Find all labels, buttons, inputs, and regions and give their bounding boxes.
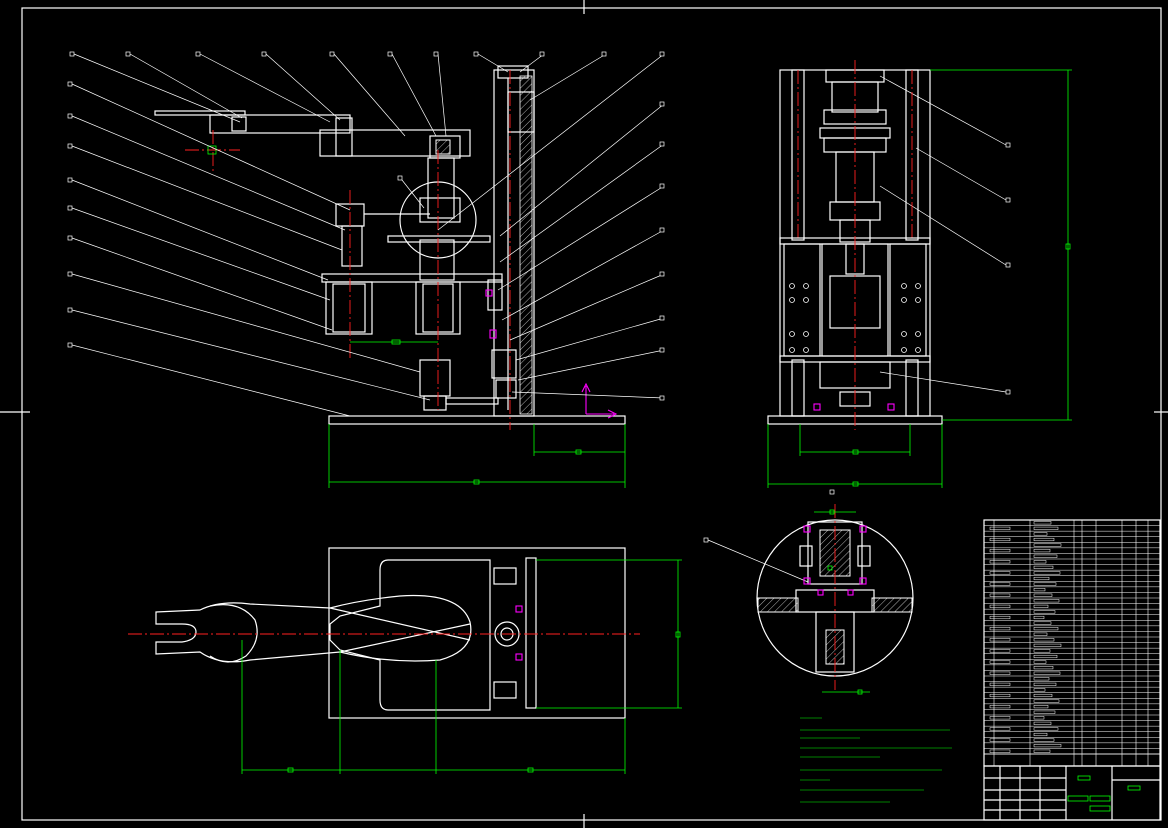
parts-code-mark	[989, 638, 1011, 642]
parts-name-mark	[1033, 727, 1059, 731]
parts-code-mark	[989, 604, 1011, 608]
parts-name-mark	[1033, 638, 1055, 642]
callout-markers	[67, 51, 1011, 543]
parts-name-mark	[1033, 749, 1051, 753]
parts-name-mark	[1033, 621, 1052, 625]
parts-name-mark	[1033, 532, 1048, 536]
parts-name-mark	[1033, 615, 1045, 620]
parts-code-mark	[989, 693, 1011, 698]
parts-code-mark	[989, 705, 1011, 709]
parts-name-mark	[1033, 710, 1056, 714]
top-view	[128, 547, 682, 774]
drawing-sheet	[0, 0, 1168, 828]
parts-code-mark	[989, 727, 1011, 731]
parts-name-mark	[1033, 627, 1059, 631]
parts-name-mark	[1033, 599, 1060, 603]
parts-name-mark	[1033, 604, 1049, 608]
parts-code-mark	[989, 660, 1011, 664]
parts-name-mark	[1033, 705, 1049, 709]
parts-name-mark	[1033, 610, 1056, 614]
parts-name-mark	[1033, 643, 1062, 647]
parts-code-mark	[989, 549, 1011, 553]
parts-name-mark	[1033, 671, 1061, 675]
parts-name-mark	[1033, 588, 1046, 592]
parts-code-mark	[989, 671, 1011, 675]
parts-name-mark	[1033, 666, 1054, 670]
parts-name-mark	[1033, 699, 1060, 703]
parts-name-mark	[1033, 554, 1058, 558]
parts-code-mark	[989, 627, 1011, 631]
parts-code-mark	[989, 560, 1011, 564]
parts-name-mark	[1033, 593, 1053, 597]
parts-name-mark	[1033, 576, 1050, 581]
parts-name-mark	[1033, 571, 1061, 575]
parts-code-mark	[989, 571, 1011, 575]
parts-name-mark	[1033, 677, 1050, 681]
front-view	[154, 65, 626, 488]
side-view	[767, 60, 1072, 488]
parts-code-mark	[989, 615, 1011, 620]
detail-view	[756, 504, 914, 695]
parts-name-mark	[1033, 688, 1046, 692]
parts-name-mark	[1033, 549, 1051, 553]
parts-name-mark	[1033, 537, 1055, 542]
parts-name-mark	[1033, 744, 1062, 748]
title-block	[983, 765, 1161, 821]
parts-code-mark	[989, 593, 1011, 597]
parts-name-mark	[1033, 560, 1047, 564]
parts-name-mark	[1033, 682, 1057, 686]
parts-name-mark	[1033, 582, 1057, 586]
parts-name-mark	[1033, 521, 1052, 525]
parts-name-mark	[1033, 649, 1051, 653]
parts-name-mark	[1033, 693, 1053, 698]
parts-code-mark	[989, 716, 1011, 720]
parts-code-mark	[989, 526, 1011, 530]
parts-code-mark	[989, 738, 1011, 742]
parts-name-mark	[1033, 543, 1062, 547]
parts-code-mark	[989, 649, 1011, 653]
parts-name-mark	[1033, 654, 1058, 659]
parts-name-mark	[1033, 660, 1047, 664]
parts-name-mark	[1033, 716, 1045, 720]
parts-list	[983, 519, 1161, 767]
parts-name-mark	[1033, 721, 1052, 725]
parts-code-mark	[989, 582, 1011, 586]
parts-name-mark	[1033, 732, 1048, 737]
technical-notes	[800, 717, 952, 803]
parts-name-mark	[1033, 632, 1048, 636]
parts-code-mark	[989, 537, 1011, 542]
parts-name-mark	[1033, 565, 1054, 569]
parts-name-mark	[1033, 526, 1059, 530]
parts-code-mark	[989, 682, 1011, 686]
parts-name-mark	[1033, 738, 1055, 742]
cad-drawing	[0, 0, 1168, 828]
parts-code-mark	[989, 749, 1011, 753]
